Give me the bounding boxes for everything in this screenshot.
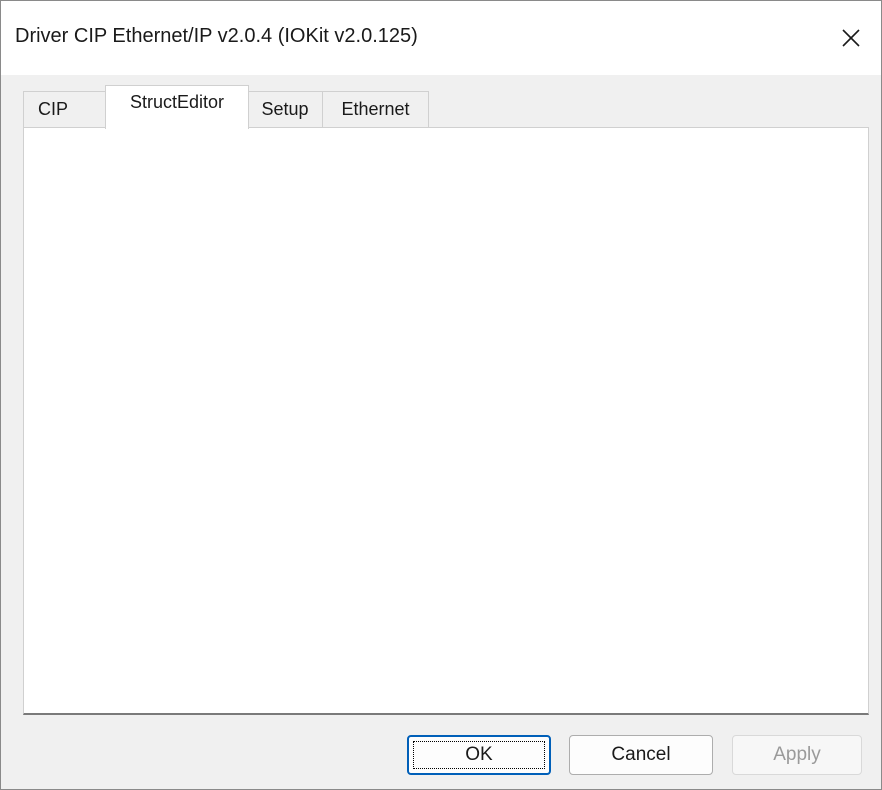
tab-strip: CIP StructEditor Setup Ethernet: [1, 75, 881, 129]
tab-structeditor[interactable]: StructEditor: [105, 85, 249, 129]
cancel-button-label: Cancel: [611, 744, 671, 765]
window-title: Driver CIP Ethernet/IP v2.0.4 (IOKit v2.…: [15, 25, 418, 47]
apply-button-label: Apply: [773, 744, 821, 765]
close-icon: [842, 29, 860, 47]
close-button[interactable]: [821, 1, 881, 75]
struct-editor-area[interactable]: [34, 132, 866, 711]
ok-button-label: OK: [465, 744, 493, 765]
tab-ethernet[interactable]: Ethernet: [322, 91, 429, 127]
apply-button[interactable]: Apply: [732, 735, 862, 775]
tab-setup[interactable]: Setup: [247, 91, 323, 127]
ok-button[interactable]: OK: [407, 735, 551, 775]
title-bar[interactable]: Driver CIP Ethernet/IP v2.0.4 (IOKit v2.…: [1, 1, 881, 75]
structeditor-panel: [23, 127, 869, 715]
tab-cip[interactable]: CIP: [23, 91, 107, 127]
driver-dialog: Driver CIP Ethernet/IP v2.0.4 (IOKit v2.…: [0, 0, 882, 790]
cancel-button[interactable]: Cancel: [569, 735, 713, 775]
